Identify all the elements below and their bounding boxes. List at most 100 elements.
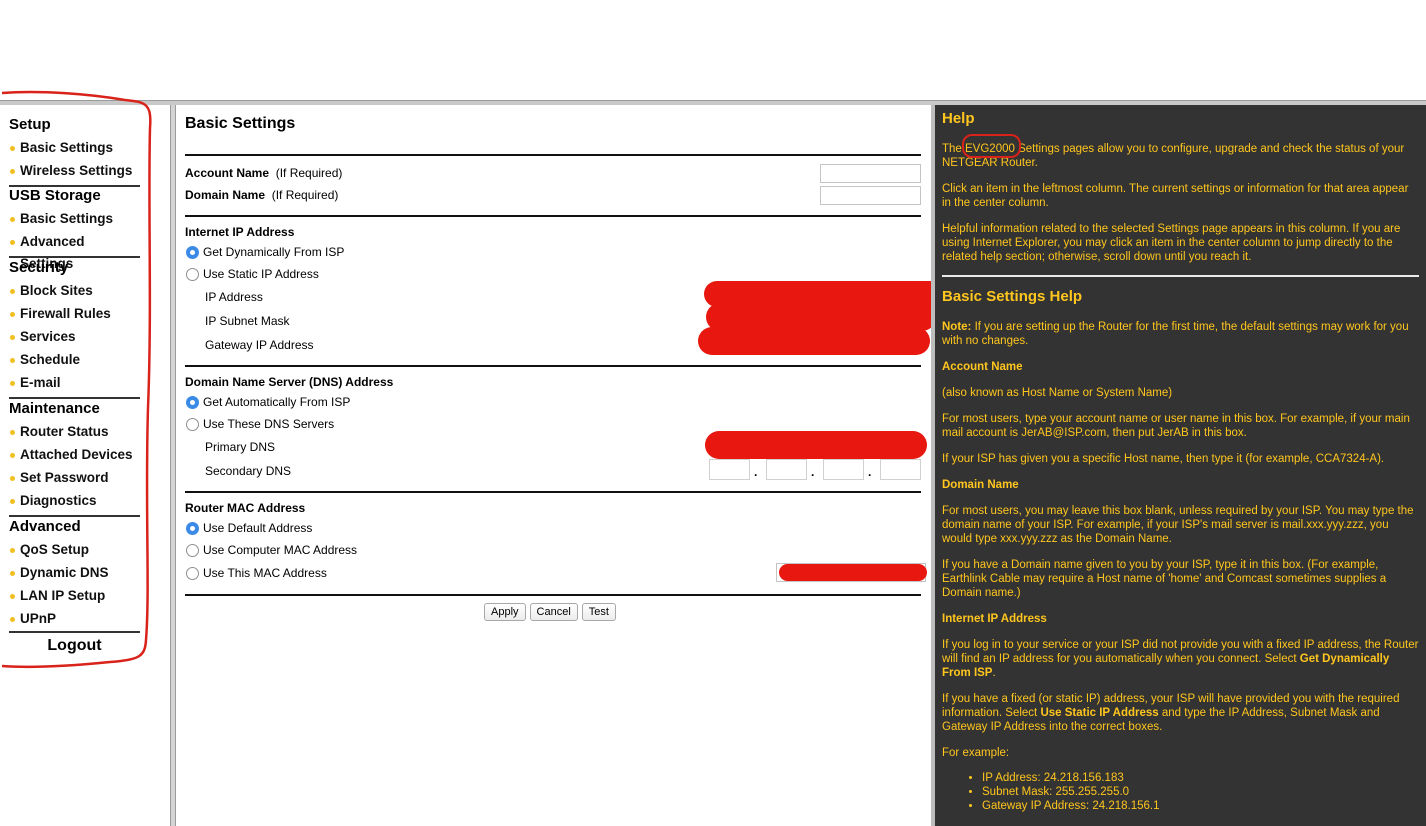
radio-dns-auto[interactable]: Get Automatically From ISP xyxy=(186,395,350,409)
bullet-icon xyxy=(10,240,15,245)
domain-name-field[interactable] xyxy=(820,186,921,205)
list-item: Gateway IP Address: 24.218.156.1 xyxy=(982,799,1160,813)
help-paragraph: If you log in to your service or your IS… xyxy=(942,639,1419,679)
page-title: Basic Settings xyxy=(185,115,296,132)
help-section-title: Basic Settings Help xyxy=(942,288,1083,305)
gateway-ip-label: Gateway IP Address xyxy=(205,338,314,352)
nav-group-advanced: Advanced QoS Setup Dynamic DNS LAN IP Se… xyxy=(9,517,140,631)
bullet-icon xyxy=(10,335,15,340)
internet-ip-heading: Internet IP Address xyxy=(185,225,295,239)
bullet-icon xyxy=(10,358,15,363)
sidebar-item-label: Wireless Settings xyxy=(20,163,133,178)
bullet-icon xyxy=(10,499,15,504)
sidebar: Setup Basic Settings Wireless Settings U… xyxy=(0,105,170,826)
cancel-button[interactable]: Cancel xyxy=(529,603,578,621)
help-divider xyxy=(942,275,1419,277)
sidebar-item-label: Block Sites xyxy=(20,283,93,298)
account-name-field[interactable] xyxy=(820,164,921,183)
sidebar-item-set-password[interactable]: Set Password xyxy=(9,467,140,490)
sidebar-item-label: LAN IP Setup xyxy=(20,588,106,603)
help-paragraph: If you have a Domain name given to you b… xyxy=(942,559,1387,599)
test-button[interactable]: Test xyxy=(581,603,616,621)
sidebar-item-label: QoS Setup xyxy=(20,542,90,557)
logout-button[interactable]: Logout xyxy=(9,631,140,655)
bullet-icon xyxy=(10,312,15,317)
help-note: Note: If you are setting up the Router f… xyxy=(942,321,1409,347)
domain-name-label: Domain Name (If Required) xyxy=(185,188,339,202)
sidebar-item-block-sites[interactable]: Block Sites xyxy=(9,280,140,303)
secondary-dns-octet-4[interactable] xyxy=(880,459,921,480)
bullet-icon xyxy=(10,476,15,481)
nav-heading-maintenance: Maintenance xyxy=(9,400,100,417)
help-paragraph: Helpful information related to the selec… xyxy=(942,223,1401,263)
list-item: Subnet Mask: 255.255.255.0 xyxy=(982,785,1160,799)
sidebar-item-lan-ip-setup[interactable]: LAN IP Setup xyxy=(9,585,140,608)
sidebar-item-wireless-settings[interactable]: Wireless Settings xyxy=(9,160,140,183)
sidebar-item-label: Services xyxy=(20,329,76,344)
radio-computer-mac[interactable]: Use Computer MAC Address xyxy=(186,543,357,557)
apply-button[interactable]: Apply xyxy=(484,603,526,621)
help-paragraph: If your ISP has given you a specific Hos… xyxy=(942,453,1385,465)
nav-heading-security: Security xyxy=(9,259,69,276)
radio-get-dynamically[interactable]: Get Dynamically From ISP xyxy=(186,245,344,259)
redaction-mark xyxy=(705,431,927,459)
nav-group-usb-storage: USB Storage Basic Settings Advanced Sett… xyxy=(9,186,140,271)
form-buttons: Apply Cancel Test xyxy=(484,603,616,621)
sidebar-item-label: Basic Settings xyxy=(20,211,114,226)
help-domain-heading: Domain Name xyxy=(942,479,1019,491)
secondary-dns-octet-1[interactable] xyxy=(709,459,750,480)
bullet-icon xyxy=(10,453,15,458)
sidebar-item-diagnostics[interactable]: Diagnostics xyxy=(9,490,140,513)
redaction-mark xyxy=(779,564,927,581)
sidebar-item-usb-advanced-settings[interactable]: Advanced Settings xyxy=(9,231,140,271)
radio-this-mac[interactable]: Use This MAC Address xyxy=(186,566,327,580)
top-banner xyxy=(0,0,1426,100)
sidebar-item-upnp[interactable]: UPnP xyxy=(9,608,140,631)
sidebar-item-label: UPnP xyxy=(20,611,57,626)
sidebar-item-label: Schedule xyxy=(20,352,81,367)
sidebar-item-email[interactable]: E-mail xyxy=(9,372,140,395)
help-intro: The EVG2000 Settings pages allow you to … xyxy=(942,143,1405,169)
radio-default-mac[interactable]: Use Default Address xyxy=(186,521,312,535)
sidebar-item-label: Firewall Rules xyxy=(20,306,111,321)
sidebar-item-services[interactable]: Services xyxy=(9,326,140,349)
bullet-icon xyxy=(10,217,15,222)
radio-use-static-ip[interactable]: Use Static IP Address xyxy=(186,267,319,281)
radio-dns-manual[interactable]: Use These DNS Servers xyxy=(186,417,334,431)
bullet-icon xyxy=(10,289,15,294)
help-paragraph: Click an item in the leftmost column. Th… xyxy=(942,183,1409,209)
radio-icon xyxy=(186,267,199,281)
secondary-dns-octet-3[interactable] xyxy=(823,459,864,480)
radio-selected-icon xyxy=(186,521,199,535)
sidebar-item-label: Router Status xyxy=(20,424,109,439)
mac-heading: Router MAC Address xyxy=(185,501,306,515)
sidebar-item-label: Dynamic DNS xyxy=(20,565,109,580)
bullet-icon xyxy=(10,146,15,151)
sidebar-item-usb-basic-settings[interactable]: Basic Settings xyxy=(9,208,140,231)
sidebar-item-firewall-rules[interactable]: Firewall Rules xyxy=(9,303,140,326)
ip-separator: . xyxy=(868,465,872,479)
secondary-dns-octet-2[interactable] xyxy=(766,459,807,480)
sidebar-item-label: Set Password xyxy=(20,470,109,485)
help-paragraph: For most users, you may leave this box b… xyxy=(942,505,1414,545)
sidebar-item-attached-devices[interactable]: Attached Devices xyxy=(9,444,140,467)
subnet-mask-label: IP Subnet Mask xyxy=(205,314,290,328)
sidebar-item-schedule[interactable]: Schedule xyxy=(9,349,140,372)
help-title: Help xyxy=(942,110,975,127)
help-ip-heading: Internet IP Address xyxy=(942,613,1047,625)
help-account-heading: Account Name xyxy=(942,361,1023,373)
sidebar-item-qos-setup[interactable]: QoS Setup xyxy=(9,539,140,562)
sidebar-item-basic-settings[interactable]: Basic Settings xyxy=(9,137,140,160)
sidebar-item-label: Attached Devices xyxy=(20,447,133,462)
sidebar-item-router-status[interactable]: Router Status xyxy=(9,421,140,444)
radio-selected-icon xyxy=(186,245,199,259)
nav-group-security: Security Block Sites Firewall Rules Serv… xyxy=(9,258,140,399)
sidebar-item-label: Basic Settings xyxy=(20,140,114,155)
nav-group-setup: Setup Basic Settings Wireless Settings xyxy=(9,115,140,187)
sidebar-item-label: E-mail xyxy=(20,375,61,390)
redaction-mark xyxy=(698,327,930,355)
secondary-dns-label: Secondary DNS xyxy=(205,464,292,478)
bullet-icon xyxy=(10,571,15,576)
primary-dns-label: Primary DNS xyxy=(205,440,276,454)
sidebar-item-dynamic-dns[interactable]: Dynamic DNS xyxy=(9,562,140,585)
